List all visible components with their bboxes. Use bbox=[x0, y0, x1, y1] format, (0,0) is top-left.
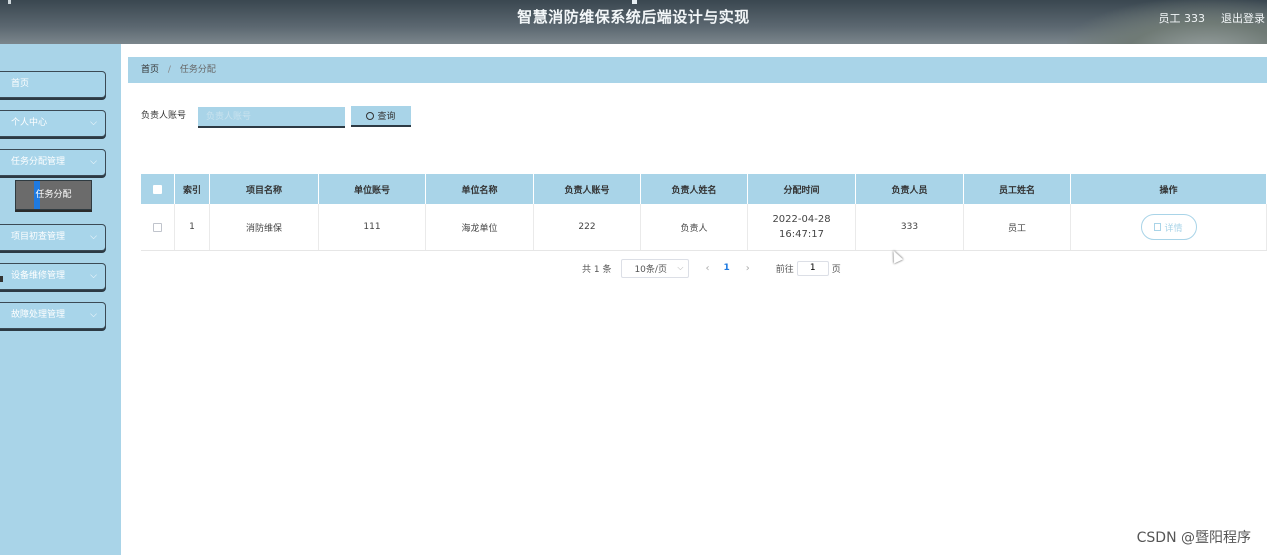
select-all-checkbox[interactable] bbox=[153, 184, 162, 194]
chevron-down-icon: ⌵ bbox=[90, 232, 97, 242]
table-header: 索引 项目名称 单位账号 单位名称 负责人账号 负责人姓名 分配时间 负责人员 … bbox=[141, 174, 1267, 204]
header-center-mark bbox=[632, 0, 637, 4]
column-header[interactable]: 单位名称 bbox=[426, 174, 534, 204]
search-icon bbox=[366, 112, 375, 120]
page-number-current[interactable]: 1 bbox=[723, 263, 729, 273]
task-assignment-table: 索引 项目名称 单位账号 单位名称 负责人账号 负责人姓名 分配时间 负责人员 … bbox=[141, 174, 1267, 251]
top-header: 智慧消防维保系统后端设计与实现 员工 333 退出登录 bbox=[0, 0, 1267, 44]
next-page-button[interactable]: › bbox=[746, 263, 750, 274]
sidebar-item-project-inspection[interactable]: 项目初查管理 ⌵ bbox=[0, 224, 106, 251]
cell-project-name: 消防维保 bbox=[210, 204, 319, 250]
goto-label: 前往 bbox=[775, 264, 794, 275]
column-header[interactable]: 员工姓名 bbox=[964, 174, 1071, 204]
sidebar-item-label: 项目初查管理 bbox=[11, 232, 66, 242]
cell-actions: 详情 bbox=[1071, 204, 1267, 250]
page-size-value: 10条/页 bbox=[634, 264, 667, 275]
search-button[interactable]: 查询 bbox=[351, 106, 411, 127]
sidebar-subitem-label: 任务分配 bbox=[35, 190, 72, 200]
column-header[interactable]: 分配时间 bbox=[748, 174, 856, 204]
cell-leader-name: 负责人 bbox=[641, 204, 748, 250]
cell-unit-name: 海龙单位 bbox=[426, 204, 534, 250]
document-icon bbox=[1154, 223, 1162, 231]
cell-staff-name: 员工 bbox=[964, 204, 1071, 250]
sidebar-edge-mark bbox=[0, 276, 3, 282]
app-title: 智慧消防维保系统后端设计与实现 bbox=[517, 8, 750, 26]
cell-assign-time: 2022-04-28 16:47:17 bbox=[748, 204, 856, 250]
select-all-cell bbox=[141, 174, 175, 204]
header-left-mark bbox=[8, 0, 11, 4]
column-header[interactable]: 负责人姓名 bbox=[641, 174, 748, 204]
sidebar-item-home[interactable]: 首页 bbox=[0, 71, 106, 98]
search-button-label: 查询 bbox=[377, 112, 396, 122]
breadcrumb-home[interactable]: 首页 bbox=[141, 65, 159, 75]
sidebar-item-personal-center[interactable]: 个人中心 ⌵ bbox=[0, 110, 106, 137]
search-label: 负责人账号 bbox=[141, 111, 187, 121]
cell-leader-account: 222 bbox=[534, 204, 641, 250]
sidebar-item-label: 设备维修管理 bbox=[11, 271, 66, 281]
goto-page-input[interactable] bbox=[796, 260, 829, 276]
goto-suffix: 页 bbox=[831, 264, 841, 275]
table-row[interactable]: 1 消防维保 111 海龙单位 222 负责人 2022-04-28 16:47… bbox=[141, 204, 1267, 251]
row-checkbox[interactable] bbox=[153, 222, 162, 232]
column-header: 操作 bbox=[1071, 174, 1267, 204]
pagination: 共 1 条 10条/页 ⌵ ‹ 1 › 前往 页 bbox=[582, 258, 841, 278]
sidebar: 首页 个人中心 ⌵ 任务分配管理 ⌵ 任务分配 项目初查管理 ⌵ 设备维修管理 … bbox=[0, 44, 121, 555]
column-header[interactable]: 单位账号 bbox=[319, 174, 426, 204]
current-user-label: 员工 333 bbox=[1158, 12, 1206, 25]
chevron-down-icon: ⌵ bbox=[90, 310, 97, 320]
column-header[interactable]: 项目名称 bbox=[210, 174, 319, 204]
sidebar-item-fault-handling[interactable]: 故障处理管理 ⌵ bbox=[0, 302, 106, 329]
sidebar-item-equipment-repair[interactable]: 设备维修管理 ⌵ bbox=[0, 263, 106, 290]
sidebar-item-label: 首页 bbox=[11, 79, 30, 89]
sidebar-item-label: 任务分配管理 bbox=[11, 157, 66, 167]
chevron-down-icon: ⌵ bbox=[90, 118, 97, 128]
sidebar-item-label: 故障处理管理 bbox=[11, 310, 66, 320]
breadcrumb-separator: / bbox=[167, 65, 171, 75]
cell-unit-account: 111 bbox=[319, 204, 426, 250]
prev-page-button[interactable]: ‹ bbox=[705, 263, 709, 274]
leader-account-search-input[interactable] bbox=[198, 107, 345, 128]
page-size-select[interactable]: 10条/页 ⌵ bbox=[621, 258, 690, 278]
logout-link[interactable]: 退出登录 bbox=[1221, 10, 1265, 26]
chevron-down-icon: ⌵ bbox=[677, 262, 684, 272]
cell-index: 1 bbox=[175, 204, 210, 250]
row-select-cell bbox=[141, 204, 175, 250]
sidebar-subitem-task-assignment[interactable]: 任务分配 bbox=[15, 180, 92, 210]
watermark: CSDN @暨阳程序 bbox=[1136, 530, 1251, 546]
column-header[interactable]: 索引 bbox=[175, 174, 210, 204]
breadcrumb-current: 任务分配 bbox=[179, 65, 216, 75]
detail-button-label: 详情 bbox=[1164, 223, 1183, 234]
detail-button[interactable]: 详情 bbox=[1140, 214, 1197, 240]
chevron-down-icon: ⌵ bbox=[90, 157, 97, 167]
sidebar-item-task-assignment-management[interactable]: 任务分配管理 ⌵ bbox=[0, 149, 106, 176]
breadcrumb: 首页 / 任务分配 bbox=[128, 57, 1267, 83]
chevron-down-icon: ⌵ bbox=[90, 271, 97, 281]
column-header[interactable]: 负责人账号 bbox=[534, 174, 641, 204]
column-header[interactable]: 负责人员 bbox=[856, 174, 964, 204]
cell-staff-account: 333 bbox=[856, 204, 964, 250]
sidebar-item-label: 个人中心 bbox=[11, 118, 48, 128]
pagination-total: 共 1 条 bbox=[582, 264, 612, 275]
